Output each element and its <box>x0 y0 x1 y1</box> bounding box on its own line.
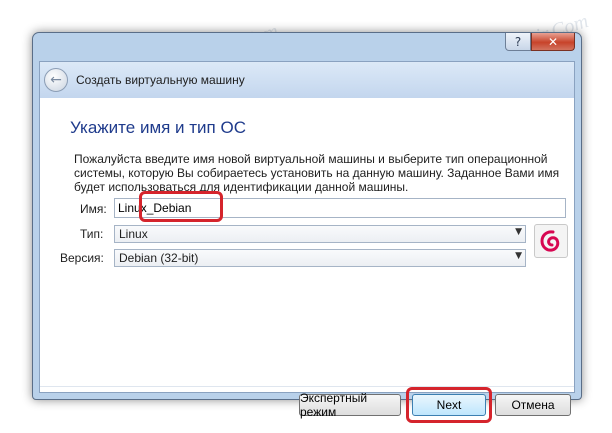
version-value: Debian (32-bit) <box>119 251 199 265</box>
dialog-client-area: ← Создать виртуальную машину Укажите имя… <box>39 61 575 423</box>
dialog-window: ? ✕ ← Создать виртуальную машину Укажите… <box>32 32 582 423</box>
page-description: Пожалуйста введите имя новой виртуальной… <box>74 152 560 194</box>
next-button[interactable]: Next <box>412 394 486 416</box>
expert-mode-button[interactable]: Экспертный режим <box>299 391 401 419</box>
cancel-button[interactable]: Отмена <box>495 394 571 416</box>
type-label: Тип: <box>80 227 104 241</box>
footer-separator <box>40 386 574 387</box>
name-input[interactable] <box>114 198 566 218</box>
help-button[interactable]: ? <box>505 33 531 51</box>
wizard-title: Создать виртуальную машину <box>76 73 245 87</box>
close-button[interactable]: ✕ <box>531 33 575 51</box>
dropdown-arrow-icon: ▼ <box>515 251 522 261</box>
type-select[interactable]: Linux ▼ <box>114 225 526 243</box>
back-button[interactable]: ← <box>44 68 68 92</box>
page-title: Укажите имя и тип ОС <box>70 118 246 137</box>
wizard-header: ← Создать виртуальную машину <box>40 62 574 98</box>
debian-swirl-icon <box>534 224 568 258</box>
version-label: Версия: <box>60 251 104 265</box>
titlebar-buttons: ? ✕ <box>505 33 575 51</box>
arrow-left-icon: ← <box>50 72 62 88</box>
version-select[interactable]: Debian (32-bit) ▼ <box>114 249 526 267</box>
dropdown-arrow-icon: ▼ <box>515 227 522 237</box>
name-label: Имя: <box>80 202 107 216</box>
type-value: Linux <box>119 227 148 241</box>
